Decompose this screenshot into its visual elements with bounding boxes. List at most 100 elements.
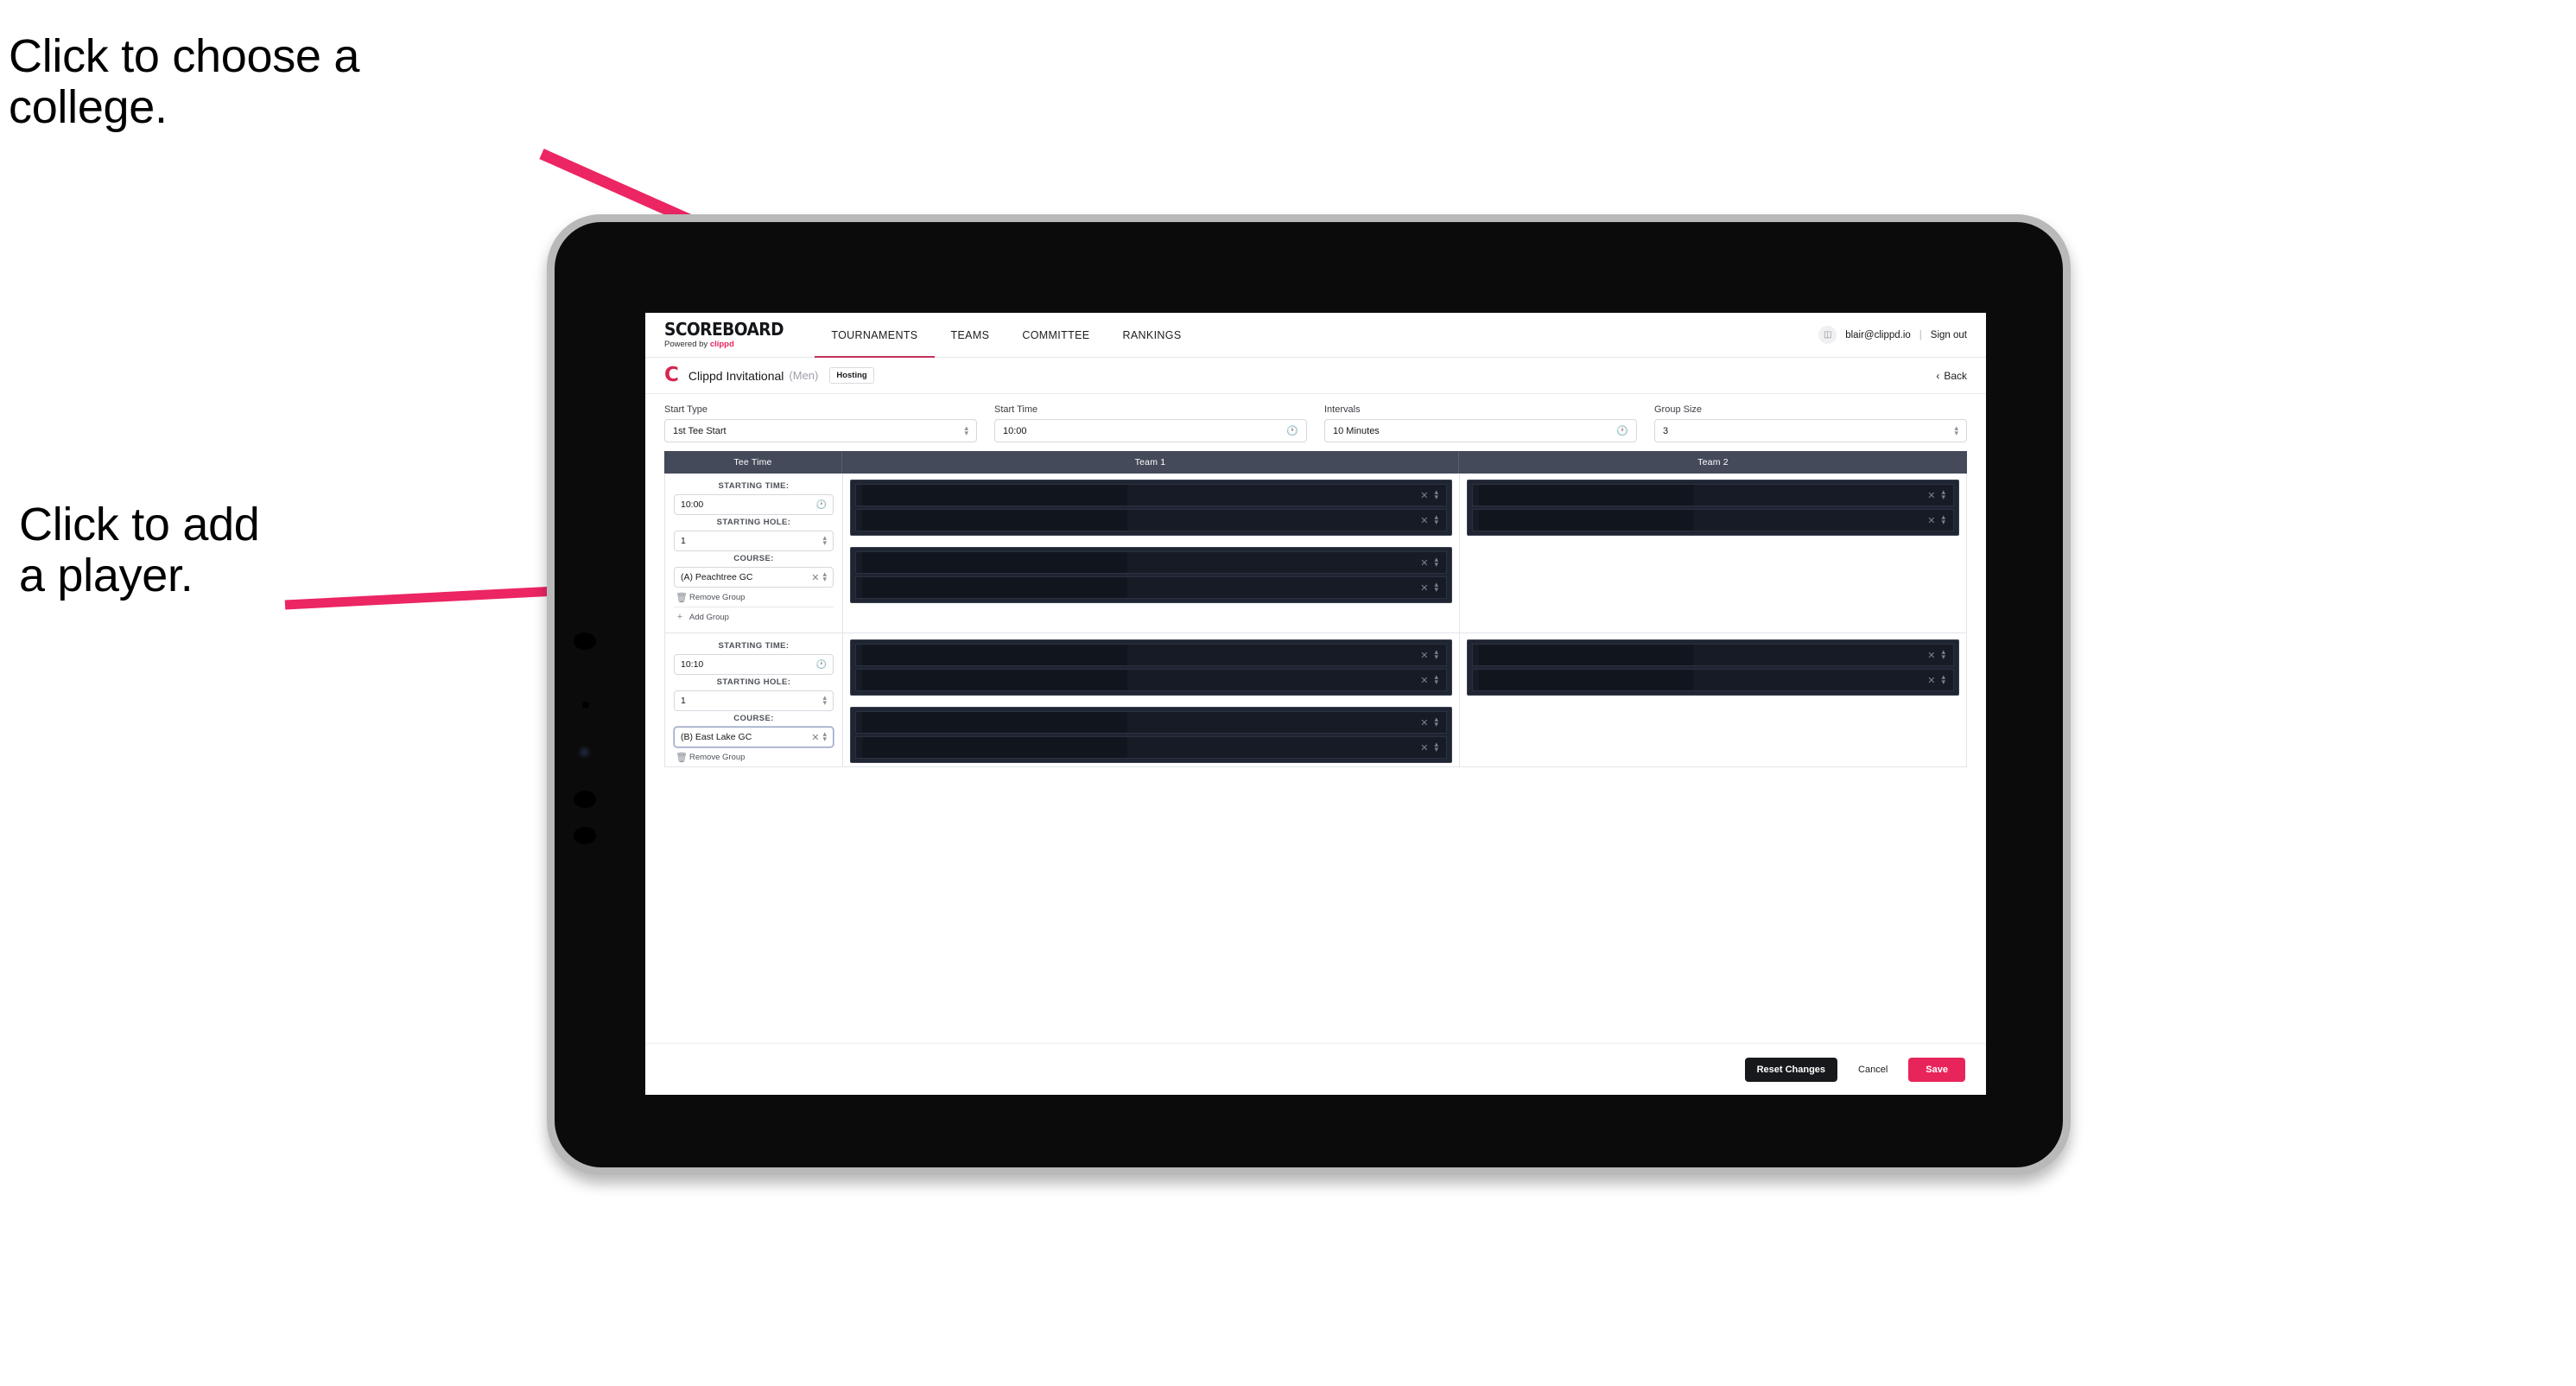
control-value: 1st Tee Start xyxy=(673,425,726,436)
clock-icon[interactable]: 🕐 xyxy=(816,660,827,670)
player-slot[interactable]: ✕ ▴ ▾ xyxy=(855,576,1447,599)
stepper-icon[interactable]: ▴ ▾ xyxy=(1434,513,1438,525)
player-slot[interactable]: ✕ ▴ ▾ xyxy=(855,551,1447,574)
close-icon[interactable]: ✕ xyxy=(1927,675,1935,686)
add-group-button[interactable]: +Add Group xyxy=(674,607,834,626)
player-slot[interactable]: ✕ ▴ ▾ xyxy=(1472,484,1954,506)
player-slot[interactable]: ✕ ▴ ▾ xyxy=(1472,669,1954,691)
stepper-icon[interactable]: ▴ ▾ xyxy=(1434,556,1438,568)
cancel-button[interactable]: Cancel xyxy=(1850,1058,1896,1082)
stepper-icon[interactable]: ▴ ▾ xyxy=(1941,513,1945,525)
close-icon[interactable]: ✕ xyxy=(1420,515,1428,526)
player-slot[interactable]: ✕ ▴ ▾ xyxy=(855,669,1447,691)
close-icon[interactable]: ✕ xyxy=(1927,515,1935,526)
player-name-redacted xyxy=(862,485,1127,505)
close-icon[interactable]: ✕ xyxy=(1420,490,1428,501)
close-icon[interactable]: ✕ xyxy=(1420,557,1428,569)
clock-icon[interactable]: 🕐 xyxy=(1286,425,1298,436)
player-slot[interactable]: ✕ ▴ ▾ xyxy=(855,711,1447,734)
brand-wordmark: SCOREBOARD xyxy=(664,319,784,340)
starting-hole-select[interactable]: 1 ▴ ▾ xyxy=(674,690,834,711)
stepper-icon[interactable]: ▴ ▾ xyxy=(1954,424,1958,436)
add-group-button[interactable]: +Add Group xyxy=(674,766,834,767)
team-1-group-block[interactable]: ✕ ▴ ▾ ✕ ▴ ▾ xyxy=(850,547,1452,603)
close-icon[interactable]: ✕ xyxy=(1420,675,1428,686)
clock-icon[interactable]: 🕐 xyxy=(1616,425,1628,436)
course-select[interactable]: (B) East Lake GC ✕ ▴ ▾ xyxy=(674,727,834,747)
add-group-label: Add Group xyxy=(689,612,729,622)
intervals-input[interactable]: 10 Minutes 🕐 xyxy=(1324,419,1637,442)
clock-icon[interactable]: 🕐 xyxy=(816,500,827,510)
nav-tab-teams[interactable]: TEAMS xyxy=(935,313,1006,357)
starting-hole-select[interactable]: 1 ▴ ▾ xyxy=(674,531,834,551)
stepper-icon[interactable]: ▴ ▾ xyxy=(1434,715,1438,728)
tee-time-cell: STARTING TIME: 10:10 🕐 STARTING HOLE: 1 ▴ ▾ COU… xyxy=(665,633,843,767)
team-1-group-block[interactable]: ✕ ▴ ▾ ✕ ▴ ▾ xyxy=(850,707,1452,763)
stepper-icon[interactable]: ▴ ▾ xyxy=(1434,673,1438,685)
stepper-icon[interactable]: ▴ ▾ xyxy=(822,694,827,706)
player-name-redacted xyxy=(1479,485,1694,505)
close-icon[interactable]: ✕ xyxy=(1420,742,1428,753)
group-size-select[interactable]: 3 ▴ ▾ xyxy=(1654,419,1967,442)
stepper-icon[interactable]: ▴ ▾ xyxy=(1434,488,1438,500)
clear-course-icon[interactable]: ✕ xyxy=(811,732,819,743)
start-type-select[interactable]: 1st Tee Start ▴ ▾ xyxy=(664,419,977,442)
stepper-icon[interactable]: ▴ ▾ xyxy=(822,534,827,546)
close-icon[interactable]: ✕ xyxy=(1927,650,1935,661)
player-slot[interactable]: ✕ ▴ ▾ xyxy=(1472,509,1954,531)
starting-time-input[interactable]: 10:10 🕐 xyxy=(674,654,834,675)
player-slot[interactable]: ✕ ▴ ▾ xyxy=(855,736,1447,759)
stepper-icon[interactable]: ▴ ▾ xyxy=(1941,673,1945,685)
brand-tagline: Powered by clippd xyxy=(664,340,792,349)
stepper-icon[interactable]: ▴ ▾ xyxy=(1434,741,1438,753)
team-1-group-block[interactable]: ✕ ▴ ▾ ✕ ▴ ▾ xyxy=(850,480,1452,536)
table-body[interactable]: STARTING TIME: 10:00 🕐 STARTING HOLE: 1 ▴ ▾ COU… xyxy=(664,474,1967,767)
remove-group-button[interactable]: 🗑 Remove Group xyxy=(674,588,834,607)
column-header-team-2: Team 2 xyxy=(1697,457,1729,467)
user-account-area: ◫ blair@clippd.io | Sign out xyxy=(1818,313,1986,357)
team-2-group-block[interactable]: ✕ ▴ ▾ ✕ ▴ ▾ xyxy=(1467,480,1959,536)
starting-time-value: 10:00 xyxy=(681,499,704,510)
stepper-icon[interactable]: ▴ ▾ xyxy=(822,730,827,742)
field-label-starting-time: STARTING TIME: xyxy=(718,641,790,651)
stepper-icon[interactable]: ▴ ▾ xyxy=(1434,581,1438,593)
clear-course-icon[interactable]: ✕ xyxy=(811,572,819,583)
back-button[interactable]: ‹ Back xyxy=(1936,370,1967,382)
team-1-group-block[interactable]: ✕ ▴ ▾ ✕ ▴ ▾ xyxy=(850,639,1452,696)
player-slot[interactable]: ✕ ▴ ▾ xyxy=(855,509,1447,531)
reset-changes-button[interactable]: Reset Changes xyxy=(1744,1057,1838,1082)
stepper-icon[interactable]: ▴ ▾ xyxy=(822,570,827,582)
close-icon[interactable]: ✕ xyxy=(1420,650,1428,661)
close-icon[interactable]: ✕ xyxy=(1420,717,1428,728)
stepper-icon[interactable]: ▴ ▾ xyxy=(1941,488,1945,500)
player-slot[interactable]: ✕ ▴ ▾ xyxy=(855,644,1447,666)
table-header-row: Tee Time Team 1 Team 2 xyxy=(664,451,1967,474)
control-group-size: Group Size 3 ▴ ▾ xyxy=(1654,404,1967,442)
nav-tab-committee[interactable]: COMMITTEE xyxy=(1006,313,1106,357)
camera-dot-icon xyxy=(574,827,596,844)
course-select[interactable]: (A) Peachtree GC ✕ ▴ ▾ xyxy=(674,567,834,588)
close-icon[interactable]: ✕ xyxy=(1927,490,1935,501)
stepper-icon[interactable]: ▴ ▾ xyxy=(964,424,968,436)
player-name-redacted xyxy=(1479,645,1694,665)
team-2-cell: ✕ ▴ ▾ ✕ ▴ ▾ xyxy=(1460,474,1966,633)
team-2-group-block[interactable]: ✕ ▴ ▾ ✕ ▴ ▾ xyxy=(1467,639,1959,696)
stepper-icon[interactable]: ▴ ▾ xyxy=(1434,648,1438,660)
close-icon[interactable]: ✕ xyxy=(1420,582,1428,594)
chevron-left-icon: ‹ xyxy=(1936,369,1940,382)
brand-logo[interactable]: SCOREBOARD Powered by clippd xyxy=(664,313,815,357)
remove-group-button[interactable]: 🗑 Remove Group xyxy=(674,747,834,766)
player-slot[interactable]: ✕ ▴ ▾ xyxy=(1472,644,1954,666)
player-slot[interactable]: ✕ ▴ ▾ xyxy=(855,484,1447,506)
starting-time-input[interactable]: 10:00 🕐 xyxy=(674,494,834,515)
save-button[interactable]: Save xyxy=(1908,1057,1965,1082)
player-name-redacted xyxy=(1479,510,1694,531)
nav-tab-rankings[interactable]: RANKINGS xyxy=(1106,313,1197,357)
sign-out-link[interactable]: Sign out xyxy=(1931,330,1967,340)
avatar[interactable]: ◫ xyxy=(1818,326,1837,344)
nav-tab-tournaments[interactable]: TOURNAMENTS xyxy=(815,313,935,358)
player-slot-actions: ✕ ▴ ▾ xyxy=(1927,673,1945,686)
player-slot-actions: ✕ ▴ ▾ xyxy=(1420,513,1438,526)
stepper-icon[interactable]: ▴ ▾ xyxy=(1941,648,1945,660)
start-time-input[interactable]: 10:00 🕐 xyxy=(994,419,1307,442)
